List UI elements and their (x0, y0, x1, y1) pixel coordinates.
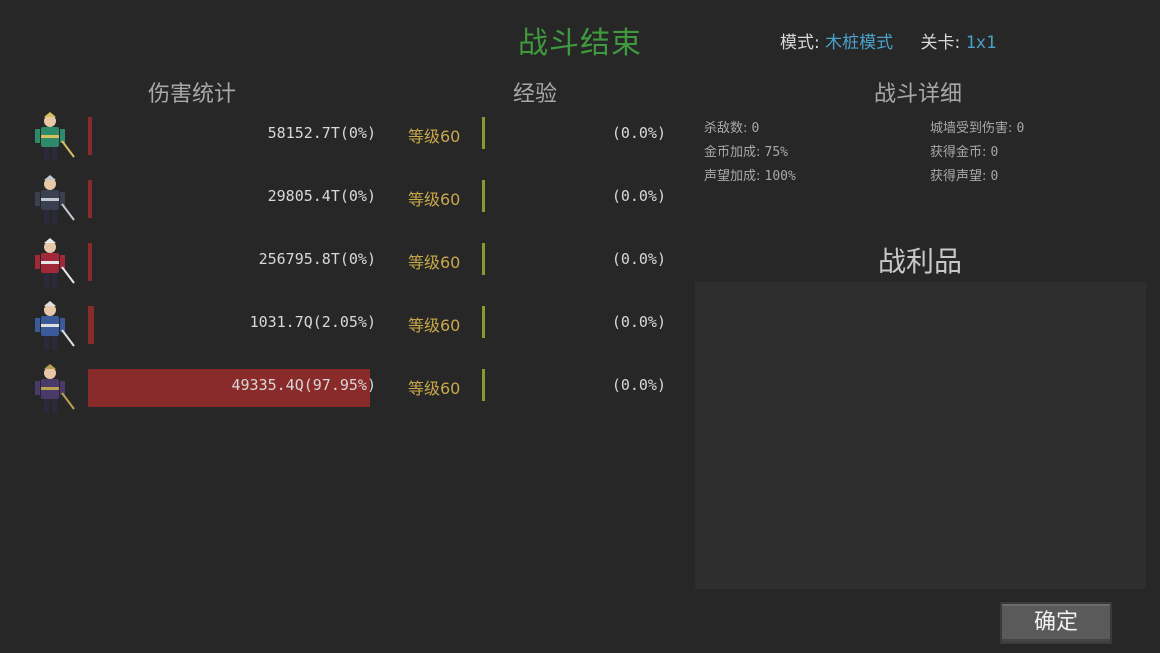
knight-hero-avatar (22, 300, 78, 354)
hero-row: 29805.4T(0%) 等级60 (0.0%) (20, 175, 680, 224)
exp-bar (482, 180, 485, 212)
damage-value: 1031.7Q(2.05%) (249, 313, 376, 331)
warlock-hero-avatar (22, 363, 78, 417)
battle-detail-title: 战斗详细 (874, 82, 963, 107)
hero-row: 1031.7Q(2.05%) 等级60 (0.0%) (20, 301, 680, 350)
damage-value: 58152.7T(0%) (267, 124, 376, 142)
gold-bonus-label: 金币加成: (704, 145, 761, 160)
hero-level: 等级60 (408, 253, 461, 272)
kills-value: 0 (751, 121, 760, 136)
fame-gained-stat: 获得声望: 0 (930, 165, 998, 184)
loot-title: 战利品 (878, 245, 963, 278)
hero-level: 等级60 (408, 127, 461, 146)
gold-gained-value: 0 (990, 145, 999, 160)
fame-bonus-label: 声望加成: (704, 169, 761, 184)
damage-stats-title: 伤害统计 (148, 82, 237, 107)
kills-stat: 杀敌数: 0 (704, 117, 759, 136)
mode-info: 模式: 木桩模式 关卡: 1x1 (780, 28, 1018, 53)
damage-value: 49335.4Q(97.95%) (231, 376, 377, 394)
wall-damage-label: 城墙受到伤害: (930, 121, 1013, 136)
swordsman-hero-avatar (22, 174, 78, 228)
mage-hero-avatar (22, 237, 78, 291)
exp-value: (0.0%) (611, 250, 666, 268)
damage-bar-fill (88, 306, 94, 344)
wall-damage-stat: 城墙受到伤害: 0 (930, 117, 1024, 136)
fame-gained-label: 获得声望: (930, 169, 987, 184)
hero-row: 256795.8T(0%) 等级60 (0.0%) (20, 238, 680, 287)
gold-bonus-stat: 金币加成: 75% (704, 141, 788, 160)
gold-bonus-value: 75% (764, 145, 789, 160)
experience-title: 经验 (513, 82, 558, 107)
mode-label: 模式: (780, 33, 820, 53)
hero-row: 49335.4Q(97.95%) 等级60 (0.0%) (20, 364, 680, 413)
damage-bar-fill (88, 243, 92, 281)
kills-label: 杀敌数: (704, 121, 748, 136)
exp-bar (482, 117, 485, 149)
damage-value: 256795.8T(0%) (258, 250, 376, 268)
page-title: 战斗结束 (518, 26, 642, 61)
damage-value: 29805.4T(0%) (267, 187, 376, 205)
hero-row: 58152.7T(0%) 等级60 (0.0%) (20, 112, 680, 161)
exp-bar (482, 369, 485, 401)
wall-damage-value: 0 (1016, 121, 1025, 136)
damage-bar-fill (88, 180, 92, 218)
stage-label: 关卡: (920, 33, 961, 53)
exp-value: (0.0%) (611, 376, 666, 394)
fame-bonus-stat: 声望加成: 100% (704, 165, 796, 184)
confirm-button[interactable]: 确定 (1000, 602, 1112, 644)
hero-level: 等级60 (408, 190, 461, 209)
exp-value: (0.0%) (611, 187, 666, 205)
exp-bar (482, 306, 485, 338)
hero-level: 等级60 (408, 316, 461, 335)
gold-gained-stat: 获得金币: 0 (930, 141, 998, 160)
exp-bar (482, 243, 485, 275)
archer-hero-avatar (22, 111, 78, 165)
exp-value: (0.0%) (611, 313, 666, 331)
damage-bar-fill (88, 117, 92, 155)
gold-gained-label: 获得金币: (930, 145, 987, 160)
mode-value: 木桩模式 (825, 33, 894, 53)
hero-level: 等级60 (408, 379, 461, 398)
fame-gained-value: 0 (990, 169, 999, 184)
stage-value: 1x1 (965, 33, 997, 53)
exp-value: (0.0%) (611, 124, 666, 142)
fame-bonus-value: 100% (764, 169, 796, 184)
loot-panel[interactable] (695, 282, 1146, 589)
